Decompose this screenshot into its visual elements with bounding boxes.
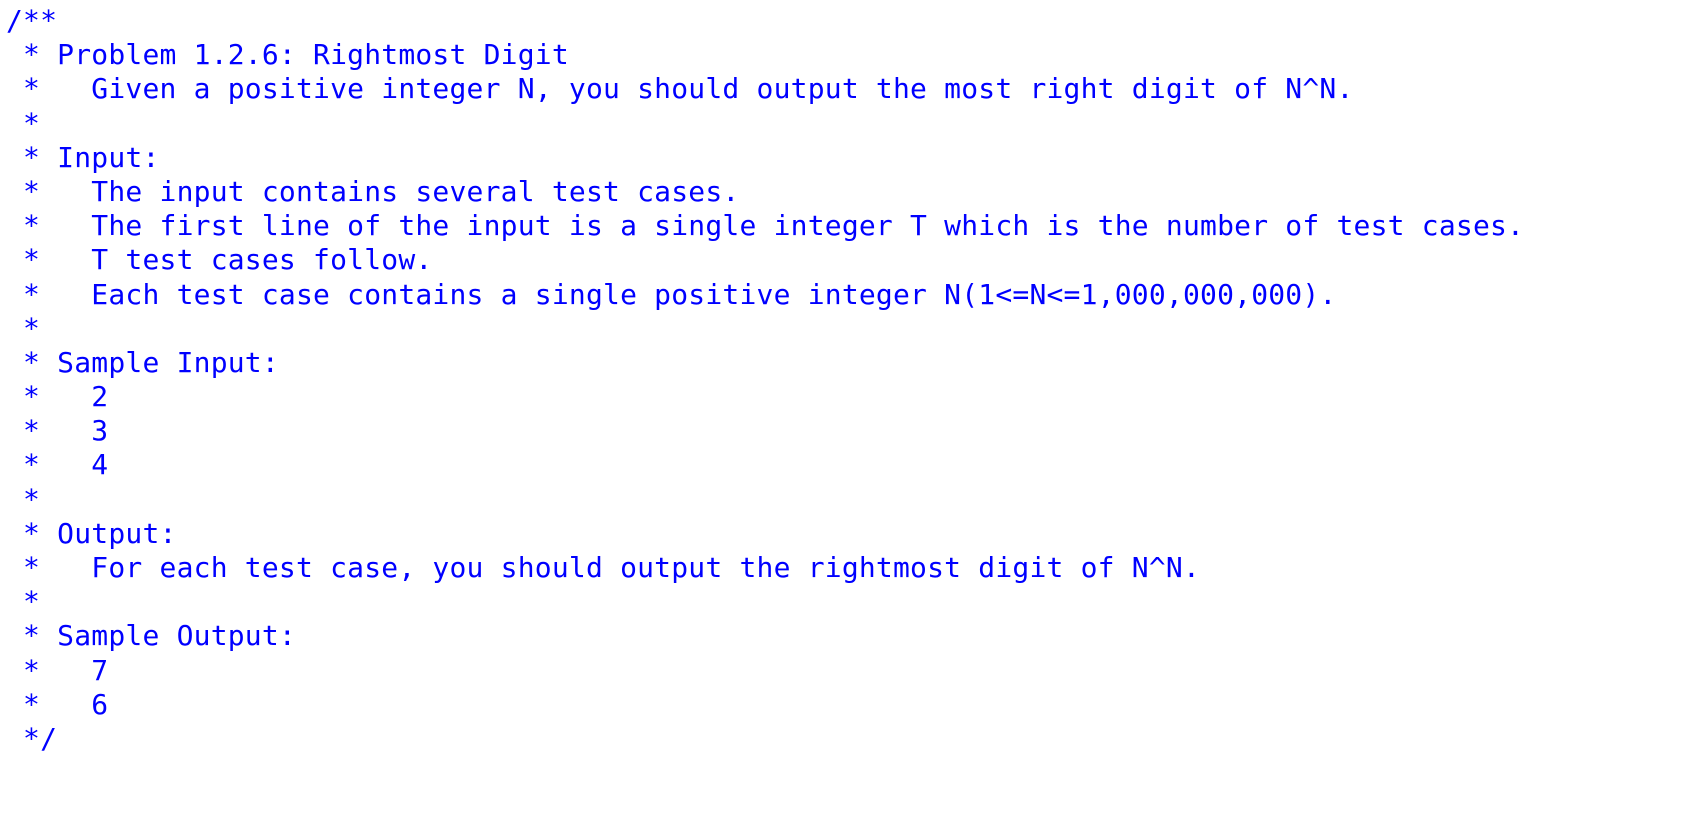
code-line: * 3 — [6, 414, 109, 448]
code-line: * — [6, 585, 41, 619]
code-line: * The first line of the input is a singl… — [6, 209, 1525, 243]
code-line: * 6 — [6, 687, 109, 721]
code-line: * 2 — [6, 380, 109, 414]
code-line: * The input contains several test cases. — [6, 174, 740, 208]
code-line: * T test cases follow. — [6, 243, 433, 277]
code-line: * Input: — [6, 140, 160, 174]
code-line: * Each test case contains a single posit… — [6, 277, 1337, 311]
code-line: * 7 — [6, 653, 109, 687]
code-line: * Sample Output: — [6, 619, 296, 653]
code-line: * — [6, 482, 41, 516]
code-line: * Given a positive integer N, you should… — [6, 72, 1354, 106]
code-line: * Problem 1.2.6: Rightmost Digit — [6, 38, 569, 72]
code-line: * 4 — [6, 448, 109, 482]
code-line: /** — [6, 4, 58, 37]
code-line: * For each test case, you should output … — [6, 551, 1201, 584]
code-line: * Sample Input: — [6, 345, 279, 379]
code-line: * — [6, 106, 41, 140]
code-line: */ — [6, 721, 58, 755]
code-line: * Output: — [6, 516, 177, 550]
code-line: * — [6, 311, 41, 345]
code-editor[interactable]: /** * Problem 1.2.6: Rightmost Digit * G… — [6, 4, 1694, 756]
